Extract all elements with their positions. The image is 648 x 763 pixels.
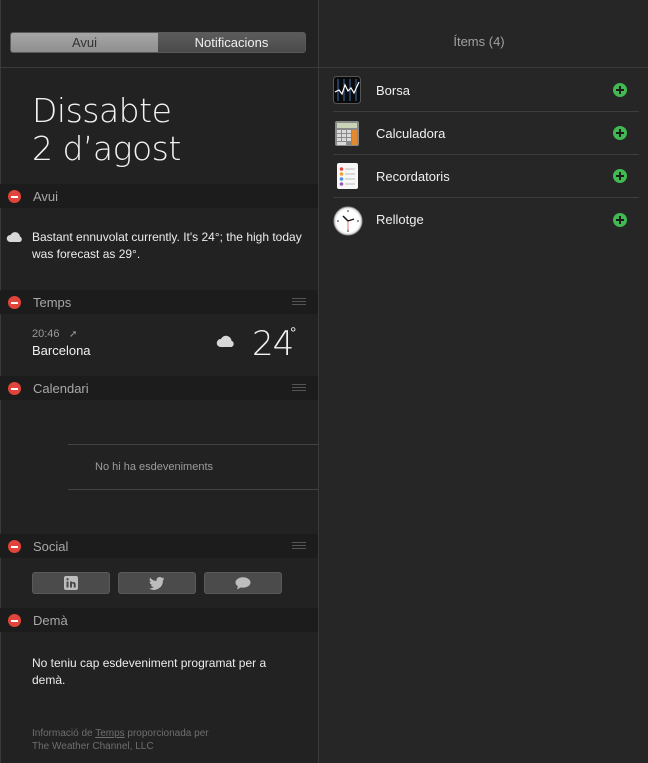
location-arrow-icon: ➚ [69,329,78,340]
section-title: Avui [33,188,59,204]
drag-handle-icon[interactable] [292,542,306,549]
section-header-weather: Temps [0,290,318,314]
remove-widget-button[interactable] [8,539,21,553]
tab-today[interactable]: Avui [11,33,158,52]
weather-link[interactable]: Temps [95,728,124,739]
linkedin-share-button[interactable] [32,572,110,594]
clock-icon [333,206,363,235]
section-title: Calendari [33,380,89,396]
remove-widget-button[interactable] [8,189,21,203]
weather-attribution: Informació de Temps proporcionada per Th… [32,727,209,753]
divider [68,489,318,490]
weather-time: 20:46 [32,328,60,340]
header-divider [0,67,648,68]
item-label: Calculadora [376,125,446,141]
widget-item-calculator: Calculadora [333,112,639,155]
section-header-tomorrow: Demà [0,608,318,632]
section-title: Temps [33,294,72,310]
remove-widget-button[interactable] [8,613,21,627]
divider [68,444,318,445]
twitter-icon [149,576,165,590]
footer-provider: The Weather Channel, LLC [32,741,154,752]
date-heading: Dissabte 2 d’agost [32,92,181,168]
item-label: Borsa [376,82,410,98]
footer-text: proporcionada per [124,728,209,739]
section-title: Social [33,538,69,554]
view-segmented-control: Avui Notificacions [10,32,306,53]
item-label: Recordatoris [376,168,450,184]
linkedin-icon [64,576,78,590]
calendar-empty-message: No hi ha esdeveniments [95,461,214,473]
messages-share-button[interactable] [204,572,282,594]
items-count-title: Ítems (4) [453,34,505,49]
tomorrow-summary: No teniu cap esdeveniment programat per … [32,656,267,687]
drag-handle-icon[interactable] [292,298,306,305]
drag-handle-icon[interactable] [292,384,306,391]
widget-item-stocks: Borsa [333,69,639,112]
footer-text: Informació de [32,728,96,739]
widget-item-reminders: Recordatoris [333,155,639,198]
weather-city: Barcelona [32,343,91,358]
tab-notifications[interactable]: Notificacions [158,33,305,52]
section-title: Demà [33,612,68,628]
add-widget-button[interactable] [613,83,627,97]
remove-widget-button[interactable] [8,295,21,309]
widget-item-clock: Rellotge [333,198,639,241]
weekday-label: Dissabte [32,91,172,130]
weather-temperature: 24 [252,324,294,364]
section-header-calendar: Calendari [0,376,318,400]
remove-widget-button[interactable] [8,381,21,395]
twitter-share-button[interactable] [118,572,196,594]
section-header-social: Social [0,534,318,558]
stocks-icon [333,76,361,104]
section-header-today: Avui [0,184,318,208]
add-widget-button[interactable] [613,212,627,227]
speech-bubble-icon [235,576,251,589]
cloud-icon [216,334,236,353]
item-label: Rellotge [376,212,424,227]
add-widget-button[interactable] [613,126,627,140]
reminders-icon [333,162,361,190]
calculator-icon [333,119,361,147]
cloud-icon [6,230,24,248]
add-widget-button[interactable] [613,169,627,183]
today-summary: Bastant ennuvolat currently. It's 24°; t… [32,230,302,261]
degree-symbol: ° [290,325,297,342]
day-label: 2 d’agost [32,129,181,168]
